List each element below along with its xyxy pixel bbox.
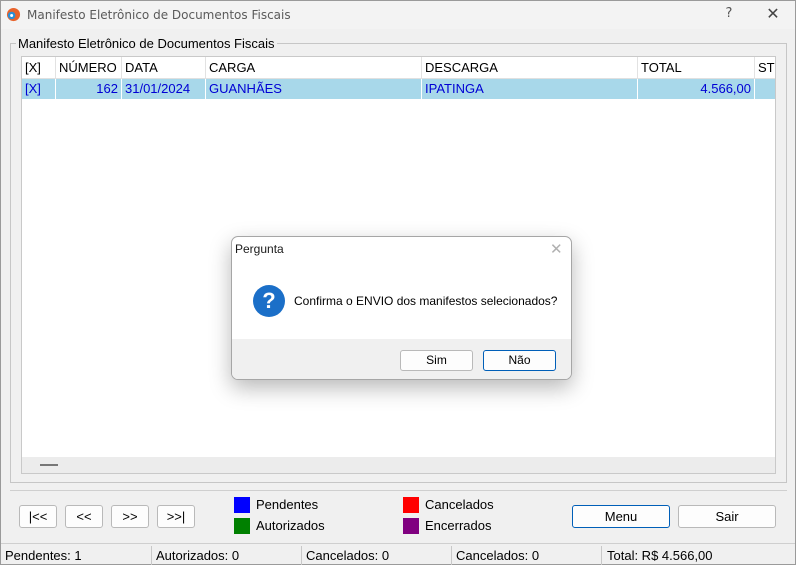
status-authorized: Autorizados: 0 (156, 548, 240, 563)
column-header-date[interactable]: DATA (122, 57, 206, 79)
status-separator (451, 546, 452, 565)
dialog-title: Pergunta (235, 242, 284, 256)
exit-button[interactable]: Sair (678, 505, 776, 528)
column-header-unload[interactable]: DESCARGA (422, 57, 638, 79)
legend-pending: Pendentes (234, 496, 354, 514)
row-select-cell[interactable]: [X] (22, 79, 56, 99)
row-load-cell: GUANHÃES (206, 79, 422, 99)
status-separator (601, 546, 602, 565)
pending-swatch (234, 497, 250, 513)
authorized-swatch (234, 518, 250, 534)
next-record-button[interactable]: >> (111, 505, 149, 528)
row-unload-cell: IPATINGA (422, 79, 638, 99)
legend-label: Cancelados (425, 497, 494, 512)
status-total: Total: R$ 4.566,00 (607, 548, 713, 563)
column-header-total[interactable]: TOTAL (638, 57, 755, 79)
scroll-thumb[interactable] (40, 464, 58, 466)
question-icon: ? (253, 285, 285, 317)
dialog-close-icon[interactable]: ✕ (550, 240, 563, 258)
status-pending: Pendentes: 1 (5, 548, 82, 563)
last-record-button[interactable]: >>| (157, 505, 195, 528)
dialog-body: ? Confirma o ENVIO dos manifestos seleci… (232, 261, 571, 339)
status-cancelled: Cancelados: 0 (306, 548, 390, 563)
group-label: Manifesto Eletrônico de Documentos Fisca… (16, 36, 277, 51)
bottom-group-border (10, 490, 787, 491)
dialog-footer: Sim Não (232, 339, 571, 379)
status-separator (151, 546, 152, 565)
grid-scrollbar[interactable] (22, 457, 775, 473)
help-button[interactable]: ? (719, 4, 739, 24)
column-header-status[interactable]: ST (755, 57, 775, 79)
row-number-cell: 162 (56, 79, 122, 99)
dialog-message: Confirma o ENVIO dos manifestos selecion… (294, 294, 558, 308)
closed-swatch (403, 518, 419, 534)
title-bar: Manifesto Eletrônico de Documentos Fisca… (1, 1, 795, 29)
legend-closed: Encerrados (403, 517, 523, 535)
previous-record-button[interactable]: << (65, 505, 103, 528)
legend-label: Encerrados (425, 518, 492, 533)
menu-button[interactable]: Menu (572, 505, 670, 528)
window-title: Manifesto Eletrônico de Documentos Fisca… (27, 8, 291, 22)
window-close-button[interactable]: ✕ (763, 4, 783, 24)
row-date-cell: 31/01/2024 (122, 79, 206, 99)
status-cancelled-2: Cancelados: 0 (456, 548, 540, 563)
no-button[interactable]: Não (483, 350, 556, 371)
table-row[interactable]: [X] 162 31/01/2024 GUANHÃES IPATINGA 4.5… (22, 79, 775, 99)
legend-cancelled: Cancelados (403, 496, 523, 514)
grid-header: [X] NÚMERO DATA CARGA DESCARGA TOTAL ST (22, 57, 775, 79)
status-bar-divider (1, 543, 795, 544)
legend-label: Autorizados (256, 518, 325, 533)
status-separator (301, 546, 302, 565)
confirm-dialog: Pergunta ✕ ? Confirma o ENVIO dos manife… (231, 236, 572, 380)
column-header-load[interactable]: CARGA (206, 57, 422, 79)
column-header-number[interactable]: NÚMERO (56, 57, 122, 79)
app-logo-icon (6, 7, 21, 22)
legend-authorized: Autorizados (234, 517, 354, 535)
main-window: Manifesto Eletrônico de Documentos Fisca… (0, 0, 796, 565)
first-record-button[interactable]: |<< (19, 505, 57, 528)
legend-label: Pendentes (256, 497, 319, 512)
row-total-cell: 4.566,00 (638, 79, 755, 99)
cancelled-swatch (403, 497, 419, 513)
column-header-select[interactable]: [X] (22, 57, 56, 79)
yes-button[interactable]: Sim (400, 350, 473, 371)
row-status-cell (755, 79, 775, 99)
